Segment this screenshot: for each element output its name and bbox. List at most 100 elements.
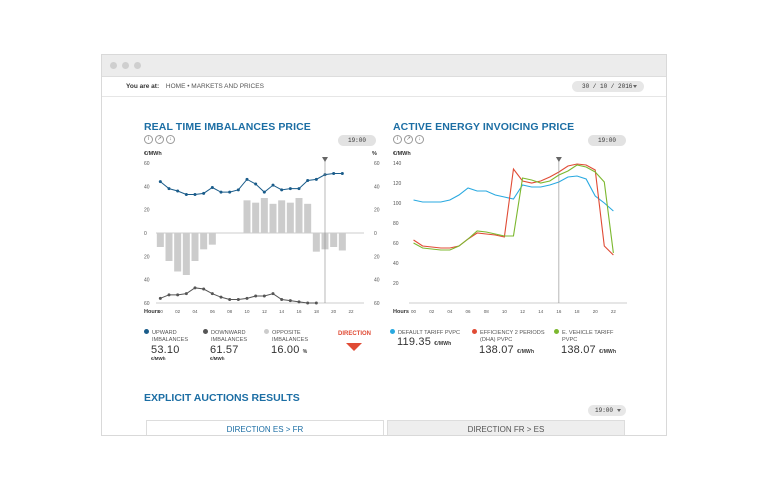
series-point [193,286,197,290]
series-point [167,187,171,191]
legend-bullet [144,329,149,334]
series-point [158,180,162,184]
series-point [280,188,284,192]
x-tick-label: 10 [502,309,508,314]
imbalance-bar [286,202,294,233]
legend-bullet [472,329,477,334]
series-point [236,188,240,192]
legend-label: PVPC [562,337,578,343]
legend-unit: % [302,349,308,355]
series-point [210,186,214,189]
legend-downward: DOWNWARD IMBALANCES [203,329,247,344]
download-icon[interactable]: ↓ [166,135,175,144]
legend-value: 53.10 [151,344,180,356]
chart-tools: i ↗ ↓ [144,135,175,144]
invoicing-chart: 140 120 100 80 60 40 20 00 02 04 06 08 10 12 14 16 18 20 2… [393,157,627,315]
window-titlebar [102,55,666,77]
series-point [306,179,310,182]
legend-value-number: 16.00 [271,344,300,356]
y-tick-label-left: 40 [144,184,150,190]
y-tick-label: 140 [393,161,402,167]
series-point [236,298,240,301]
y-tick-label-left: 20 [144,208,150,214]
legend-label: DOWNWARD [211,330,246,336]
series-point [210,292,214,296]
y-tick-label: 60 [393,241,399,247]
legend-value: 119.35 €/MWh [397,336,451,348]
hours-label: Hours [144,309,160,315]
legend-opposite: OPPOSITE IMBALANCES [264,329,308,344]
legend-label: IMBALANCES [211,337,248,343]
legend-label: IMBALANCES [152,337,189,343]
imbalances-title: REAL TIME IMBALANCES PRICE [144,121,311,133]
x-tick-label: 16 [556,309,562,314]
info-icon[interactable]: i [393,135,402,144]
legend-upward: UPWARD IMBALANCES [144,329,188,344]
legend-value: 138.07 €/MWh [561,344,616,356]
legend-label: UPWARD [152,330,177,336]
series-point [167,293,171,297]
auctions-time-selector[interactable]: 19:00 [588,405,626,416]
time-cursor-marker [322,157,328,162]
x-tick-label: 08 [484,309,490,314]
chevron-down-icon [617,409,621,412]
series-point [202,287,206,291]
x-tick-label: 08 [227,309,233,314]
series-point [184,193,188,196]
window-control-dot[interactable] [122,62,129,69]
share-icon[interactable]: ↗ [404,135,413,144]
legend-value: 138.07 €/MWh [479,344,534,356]
series-point [297,187,301,191]
imbalance-bar [208,233,216,245]
x-tick-label: 20 [331,309,337,314]
series-point [176,293,180,297]
y-tick-label-right: 60 [374,161,380,167]
series-point [288,299,292,303]
imbalance-bar [338,233,346,251]
share-icon[interactable]: ↗ [155,135,164,144]
series-point [297,300,301,304]
breadcrumb-label: You are at: [126,83,160,90]
y-tick-label-left: 20 [144,254,150,260]
x-tick-label: 12 [262,309,268,314]
info-icon[interactable]: i [144,135,153,144]
series-line [413,175,614,212]
legend-bullet [390,329,395,334]
series-point [332,172,336,175]
window-control-dot[interactable] [110,62,117,69]
imbalance-bar [165,233,173,261]
breadcrumb: You are at: HOME • MARKETS AND PRICES [126,83,264,90]
x-tick-label: 16 [296,309,302,314]
breadcrumb-path[interactable]: HOME • MARKETS AND PRICES [166,83,264,90]
x-tick-label: 04 [447,309,453,314]
date-selector[interactable]: 30 / 10 / 2016 [572,81,644,92]
download-icon[interactable]: ↓ [415,135,424,144]
x-tick-label: 00 [411,309,417,314]
y-tick-label: 80 [393,221,399,227]
legend-value-number: 119.35 [397,336,432,348]
legend-bullet [203,329,208,334]
series-point [219,190,223,194]
imbalance-bar [174,233,182,272]
top-bar: You are at: HOME • MARKETS AND PRICES 30… [102,77,666,97]
imbalance-bar [295,198,303,233]
legend-vehicle: E. VEHICLE TARIFF PVPC [554,329,613,344]
invoicing-time-selector[interactable]: 19:00 [588,135,626,146]
y-tick-label-right: 60 [374,301,380,307]
tab-direction-es-fr[interactable]: DIRECTION ES > FR [146,420,384,435]
tab-direction-fr-es[interactable]: DIRECTION FR > ES [387,420,625,435]
window-control-dot[interactable] [134,62,141,69]
x-tick-label: 14 [279,309,285,314]
imbalances-time-selector[interactable]: 19:00 [338,135,376,146]
imbalances-chart: 60 6040 4020 200 020 2040 4060 6000 02 04 06 08 10 12… [144,157,380,315]
y-tick-label-left: 0 [144,231,147,237]
y-tick-label: 100 [393,201,402,207]
imbalance-bar [200,233,208,250]
browser-window: You are at: HOME • MARKETS AND PRICES 30… [101,54,667,436]
legend-bullet [264,329,269,334]
series-line [160,173,343,195]
legend-value: 16.00 % [271,344,307,356]
x-tick-label: 22 [348,309,354,314]
direction-arrow-icon [346,343,362,351]
x-tick-label: 14 [538,309,544,314]
